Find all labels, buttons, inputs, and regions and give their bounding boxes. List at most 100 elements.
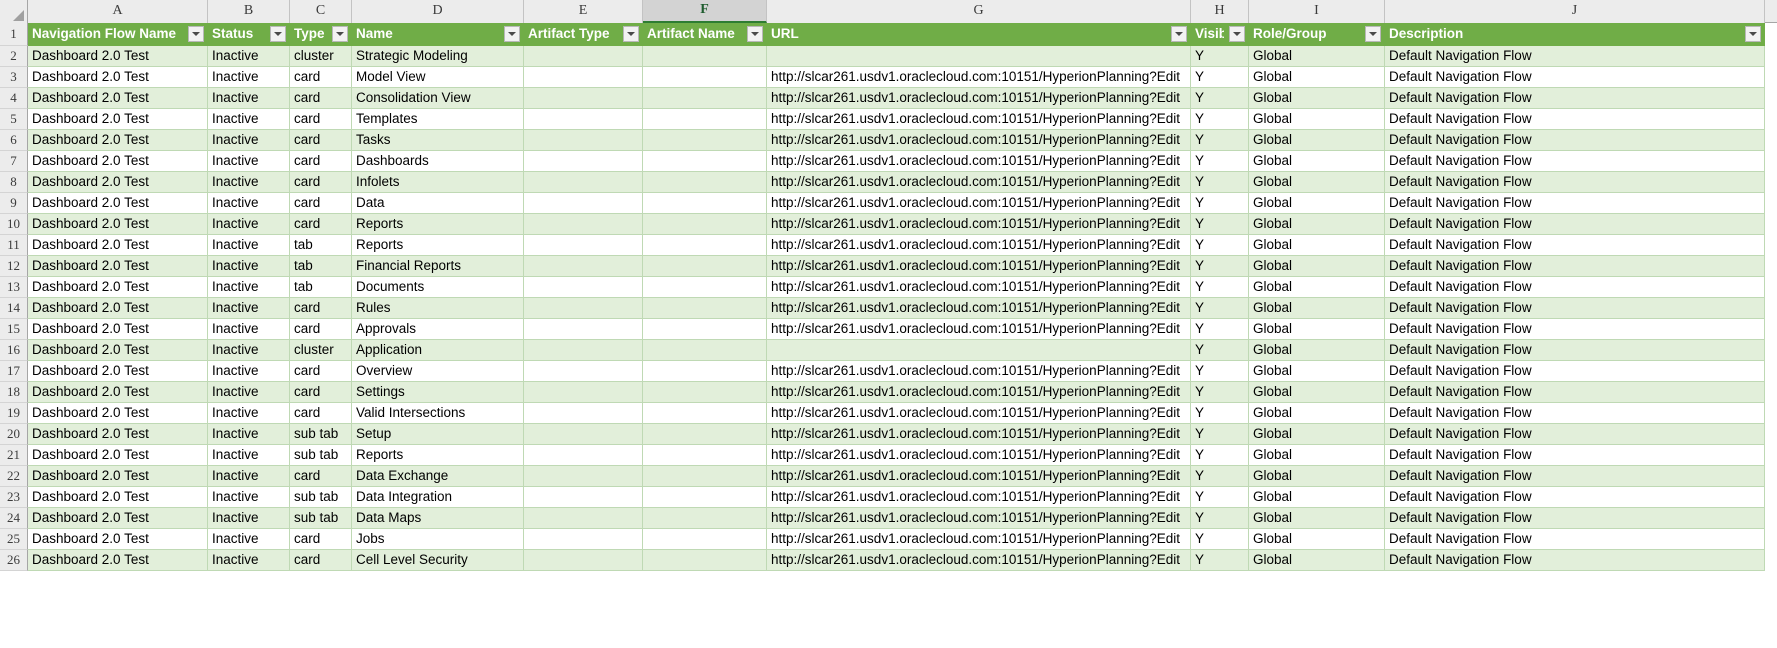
cell-i4[interactable]: Global bbox=[1249, 88, 1385, 109]
cell-b22[interactable]: Inactive bbox=[208, 466, 290, 487]
filter-dropdown-icon[interactable] bbox=[1745, 26, 1761, 42]
cell-e6[interactable] bbox=[524, 130, 643, 151]
cell-j26[interactable]: Default Navigation Flow bbox=[1385, 550, 1765, 571]
cell-i17[interactable]: Global bbox=[1249, 361, 1385, 382]
row-header-20[interactable]: 20 bbox=[0, 424, 28, 445]
table-row[interactable]: 3 Dashboard 2.0 Test Inactive card Model Vie… bbox=[0, 67, 1777, 88]
cell-j5[interactable]: Default Navigation Flow bbox=[1385, 109, 1765, 130]
table-row[interactable]: 17 Dashboard 2.0 Test Inactive card Overview… bbox=[0, 361, 1777, 382]
table-row[interactable]: 20 Dashboard 2.0 Test Inactive sub tab Setup… bbox=[0, 424, 1777, 445]
select-all-corner-button[interactable] bbox=[0, 0, 28, 23]
cell-d10[interactable]: Reports bbox=[352, 214, 524, 235]
column-header-j[interactable]: J bbox=[1385, 0, 1765, 23]
table-row[interactable]: 25 Dashboard 2.0 Test Inactive card Jobs http… bbox=[0, 529, 1777, 550]
cell-f14[interactable] bbox=[643, 298, 767, 319]
cell-a16[interactable]: Dashboard 2.0 Test bbox=[28, 340, 208, 361]
cell-h12[interactable]: Y bbox=[1191, 256, 1249, 277]
table-row[interactable]: 12 Dashboard 2.0 Test Inactive tab Financial… bbox=[0, 256, 1777, 277]
column-header-a[interactable]: A bbox=[28, 0, 208, 23]
table-header-cell-i[interactable]: Role/Group bbox=[1249, 23, 1385, 46]
cell-g23[interactable]: http://slcar261.usdv1.oraclecloud.com:10… bbox=[767, 487, 1191, 508]
cell-b17[interactable]: Inactive bbox=[208, 361, 290, 382]
cell-j18[interactable]: Default Navigation Flow bbox=[1385, 382, 1765, 403]
cell-d26[interactable]: Cell Level Security bbox=[352, 550, 524, 571]
cell-a25[interactable]: Dashboard 2.0 Test bbox=[28, 529, 208, 550]
cell-j9[interactable]: Default Navigation Flow bbox=[1385, 193, 1765, 214]
cell-b4[interactable]: Inactive bbox=[208, 88, 290, 109]
table-header-cell-d[interactable]: Name bbox=[352, 23, 524, 46]
cell-a23[interactable]: Dashboard 2.0 Test bbox=[28, 487, 208, 508]
cell-b12[interactable]: Inactive bbox=[208, 256, 290, 277]
cell-a11[interactable]: Dashboard 2.0 Test bbox=[28, 235, 208, 256]
cell-i21[interactable]: Global bbox=[1249, 445, 1385, 466]
cell-g5[interactable]: http://slcar261.usdv1.oraclecloud.com:10… bbox=[767, 109, 1191, 130]
cell-i7[interactable]: Global bbox=[1249, 151, 1385, 172]
cell-i5[interactable]: Global bbox=[1249, 109, 1385, 130]
cell-a7[interactable]: Dashboard 2.0 Test bbox=[28, 151, 208, 172]
row-header-8[interactable]: 8 bbox=[0, 172, 28, 193]
row-header-25[interactable]: 25 bbox=[0, 529, 28, 550]
cell-j16[interactable]: Default Navigation Flow bbox=[1385, 340, 1765, 361]
cell-b18[interactable]: Inactive bbox=[208, 382, 290, 403]
column-header-g[interactable]: G bbox=[767, 0, 1191, 23]
table-header-cell-h[interactable]: Visible bbox=[1191, 23, 1249, 46]
cell-h26[interactable]: Y bbox=[1191, 550, 1249, 571]
cell-i26[interactable]: Global bbox=[1249, 550, 1385, 571]
cell-c7[interactable]: card bbox=[290, 151, 352, 172]
cell-g7[interactable]: http://slcar261.usdv1.oraclecloud.com:10… bbox=[767, 151, 1191, 172]
cell-i10[interactable]: Global bbox=[1249, 214, 1385, 235]
cell-f26[interactable] bbox=[643, 550, 767, 571]
table-row[interactable]: 21 Dashboard 2.0 Test Inactive sub tab Repor… bbox=[0, 445, 1777, 466]
cell-b3[interactable]: Inactive bbox=[208, 67, 290, 88]
cell-c19[interactable]: card bbox=[290, 403, 352, 424]
cell-c3[interactable]: card bbox=[290, 67, 352, 88]
filter-dropdown-icon[interactable] bbox=[1171, 26, 1187, 42]
cell-f6[interactable] bbox=[643, 130, 767, 151]
cell-h24[interactable]: Y bbox=[1191, 508, 1249, 529]
cell-c26[interactable]: card bbox=[290, 550, 352, 571]
filter-dropdown-icon[interactable] bbox=[747, 26, 763, 42]
cell-i19[interactable]: Global bbox=[1249, 403, 1385, 424]
cell-i22[interactable]: Global bbox=[1249, 466, 1385, 487]
cell-i20[interactable]: Global bbox=[1249, 424, 1385, 445]
filter-dropdown-icon[interactable] bbox=[1365, 26, 1381, 42]
cell-d3[interactable]: Model View bbox=[352, 67, 524, 88]
cell-d21[interactable]: Reports bbox=[352, 445, 524, 466]
table-row[interactable]: 8 Dashboard 2.0 Test Inactive card Infolets h… bbox=[0, 172, 1777, 193]
cell-c11[interactable]: tab bbox=[290, 235, 352, 256]
cell-d4[interactable]: Consolidation View bbox=[352, 88, 524, 109]
column-header-e[interactable]: E bbox=[524, 0, 643, 23]
cell-d6[interactable]: Tasks bbox=[352, 130, 524, 151]
cell-e23[interactable] bbox=[524, 487, 643, 508]
cell-a21[interactable]: Dashboard 2.0 Test bbox=[28, 445, 208, 466]
cell-b8[interactable]: Inactive bbox=[208, 172, 290, 193]
table-row[interactable]: 26 Dashboard 2.0 Test Inactive card Cell Lev… bbox=[0, 550, 1777, 571]
cell-a22[interactable]: Dashboard 2.0 Test bbox=[28, 466, 208, 487]
cell-f25[interactable] bbox=[643, 529, 767, 550]
cell-i23[interactable]: Global bbox=[1249, 487, 1385, 508]
cell-e9[interactable] bbox=[524, 193, 643, 214]
cell-c21[interactable]: sub tab bbox=[290, 445, 352, 466]
table-row[interactable]: 4 Dashboard 2.0 Test Inactive card Consolida… bbox=[0, 88, 1777, 109]
table-row[interactable]: 2 Dashboard 2.0 Test Inactive cluster Strate… bbox=[0, 46, 1777, 67]
cell-f12[interactable] bbox=[643, 256, 767, 277]
cell-h13[interactable]: Y bbox=[1191, 277, 1249, 298]
cell-c13[interactable]: tab bbox=[290, 277, 352, 298]
row-header-1[interactable]: 1 bbox=[0, 23, 28, 46]
table-row[interactable]: 9 Dashboard 2.0 Test Inactive card Data http:… bbox=[0, 193, 1777, 214]
cell-h18[interactable]: Y bbox=[1191, 382, 1249, 403]
cell-j10[interactable]: Default Navigation Flow bbox=[1385, 214, 1765, 235]
cell-b6[interactable]: Inactive bbox=[208, 130, 290, 151]
cell-a20[interactable]: Dashboard 2.0 Test bbox=[28, 424, 208, 445]
cell-e4[interactable] bbox=[524, 88, 643, 109]
cell-c17[interactable]: card bbox=[290, 361, 352, 382]
table-header-cell-a[interactable]: Navigation Flow Name bbox=[28, 23, 208, 46]
cell-d25[interactable]: Jobs bbox=[352, 529, 524, 550]
table-row[interactable]: 10 Dashboard 2.0 Test Inactive card Reports h… bbox=[0, 214, 1777, 235]
row-header-12[interactable]: 12 bbox=[0, 256, 28, 277]
cell-a3[interactable]: Dashboard 2.0 Test bbox=[28, 67, 208, 88]
cell-g9[interactable]: http://slcar261.usdv1.oraclecloud.com:10… bbox=[767, 193, 1191, 214]
cell-a12[interactable]: Dashboard 2.0 Test bbox=[28, 256, 208, 277]
cell-h9[interactable]: Y bbox=[1191, 193, 1249, 214]
cell-a19[interactable]: Dashboard 2.0 Test bbox=[28, 403, 208, 424]
